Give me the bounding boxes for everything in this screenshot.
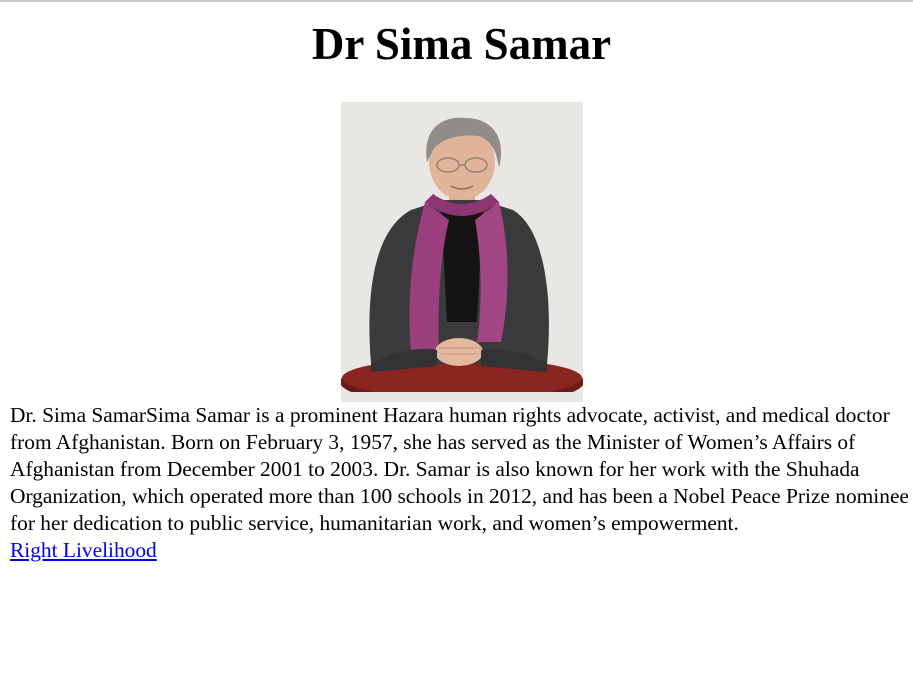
bio-paragraph: Dr. Sima SamarSima Samar is a prominent …	[10, 403, 909, 535]
right-livelihood-link[interactable]: Right Livelihood	[10, 538, 157, 562]
page-content: Dr Sima Samar Dr. Sima SamarSima Samar i…	[10, 2, 913, 564]
portrait-container	[10, 102, 913, 402]
page-title: Dr Sima Samar	[311, 19, 612, 69]
portrait-photo	[340, 102, 583, 402]
